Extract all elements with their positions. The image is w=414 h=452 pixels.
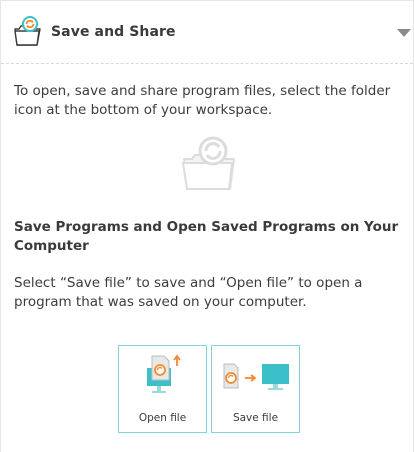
- open-file-label: Open file: [138, 412, 187, 424]
- folder-share-illustration: [182, 136, 235, 190]
- intro-text: To open, save and share program files, s…: [14, 83, 391, 118]
- save-and-share-panel: Save and Share To open, save and share p…: [0, 0, 414, 452]
- save-file-icon: [223, 363, 289, 390]
- panel-title: Save and Share: [51, 24, 176, 40]
- section-heading: Save Programs and Open Saved Programs on…: [14, 219, 399, 254]
- save-file-button[interactable]: Save file: [211, 345, 300, 433]
- save-file-label: Save file: [232, 412, 279, 424]
- panel-header[interactable]: Save and Share: [1, 1, 413, 64]
- open-file-icon: [147, 354, 181, 393]
- open-file-button[interactable]: Open file: [118, 345, 207, 433]
- chevron-down-icon[interactable]: [397, 28, 411, 38]
- folder-share-icon: [14, 16, 41, 46]
- section-text: Select “Save file” to save and “Open fil…: [14, 275, 363, 310]
